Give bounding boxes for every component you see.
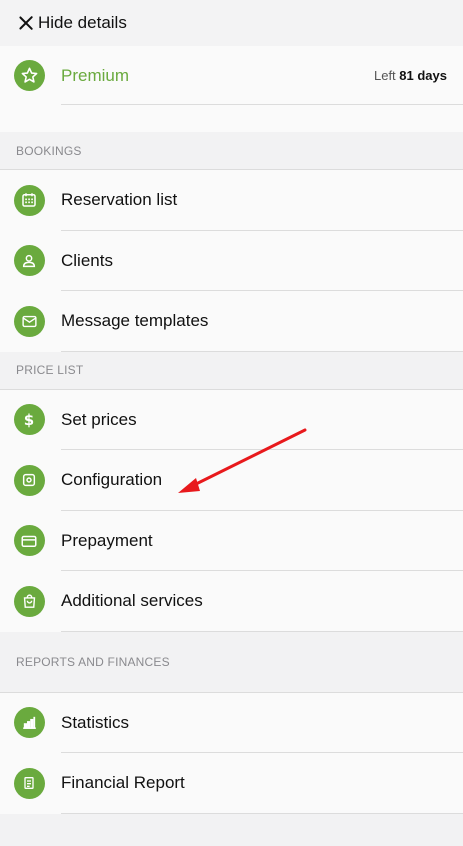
- menu-item-label: Message templates: [61, 311, 209, 331]
- menu-item-label: Reservation list: [61, 190, 178, 210]
- menu-item-label: Financial Report: [61, 773, 185, 793]
- menu-item-prepayment[interactable]: Prepayment: [0, 511, 463, 571]
- envelope-icon: [13, 305, 45, 337]
- premium-row[interactable]: Premium Left 81 days: [0, 46, 463, 105]
- menu-item-label: Clients: [61, 250, 113, 270]
- menu-item-clients[interactable]: Clients: [0, 231, 463, 291]
- menu-item-statistics[interactable]: Statistics: [0, 693, 463, 753]
- premium-days: 81 days: [399, 68, 447, 83]
- premium-remaining: Left 81 days: [374, 68, 447, 83]
- menu-item-message-templates[interactable]: Message templates: [0, 291, 463, 352]
- menu-item-label: Prepayment: [61, 530, 153, 550]
- divider: [61, 812, 463, 814]
- menu-item-label: Statistics: [61, 712, 130, 732]
- premium-label: Premium: [61, 65, 130, 85]
- divider: [61, 350, 463, 352]
- report-icon: [13, 767, 45, 799]
- menu-item-label: Additional services: [61, 591, 203, 611]
- menu-item-configuration[interactable]: Configuration: [0, 450, 463, 511]
- section-header-price-list: PRICE LIST: [0, 351, 463, 390]
- dollar-icon: $: [13, 404, 45, 436]
- bookings-section: Reservation list Clients Message templat…: [0, 170, 463, 352]
- menu-item-set-prices[interactable]: $ Set prices: [0, 390, 463, 450]
- price-list-section: $ Set prices Configuration Prepayment Ad…: [0, 389, 463, 632]
- bar-chart-icon: [13, 707, 45, 739]
- section-header-reports: REPORTS AND FINANCES: [0, 631, 463, 693]
- menu-item-financial-report[interactable]: Financial Report: [0, 753, 463, 814]
- premium-left-word: Left: [373, 68, 396, 83]
- section-header-bookings: BOOKINGS: [0, 132, 463, 170]
- calendar-icon: [13, 184, 45, 216]
- menu-item-label: Configuration: [61, 470, 163, 490]
- config-icon: [13, 464, 45, 496]
- close-icon: [18, 15, 34, 31]
- bag-icon: [13, 585, 45, 617]
- reports-section: Statistics Financial Report: [0, 692, 463, 814]
- card-icon: [13, 525, 45, 557]
- hide-details-button[interactable]: Hide details: [0, 0, 463, 46]
- divider: [61, 104, 463, 105]
- person-icon: [13, 245, 45, 277]
- star-icon: [13, 60, 45, 91]
- menu-item-label: Set prices: [61, 409, 137, 429]
- hide-details-label: Hide details: [38, 13, 127, 32]
- premium-section: Premium Left 81 days: [0, 46, 463, 132]
- divider: [61, 630, 463, 632]
- menu-item-additional-services[interactable]: Additional services: [0, 571, 463, 632]
- menu-item-reservation-list[interactable]: Reservation list: [0, 170, 463, 231]
